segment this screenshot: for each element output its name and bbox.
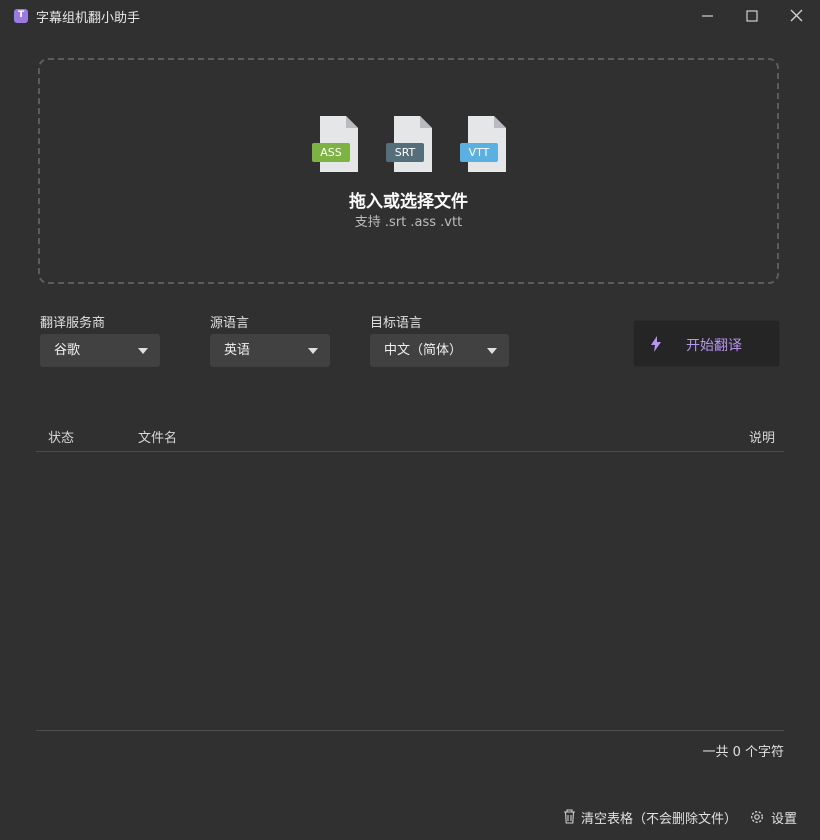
start-translate-label: 开始翻译 [686, 335, 742, 355]
trash-icon [563, 809, 576, 824]
clear-table-label: 清空表格（不会删除文件） [581, 808, 737, 827]
file-type-badge: VTT [460, 143, 498, 162]
gear-icon [749, 809, 765, 825]
ass-file-icon: ASS [312, 116, 360, 172]
srt-file-icon: SRT [386, 116, 434, 172]
file-drop-zone[interactable]: ASS SRT VTT 拖入或选择文件 支持 .srt .ass .vtt [38, 58, 779, 284]
vtt-file-icon: VTT [460, 116, 508, 172]
minimize-button[interactable] [685, 0, 731, 32]
lightning-icon [650, 336, 662, 352]
close-icon [790, 9, 804, 23]
maximize-icon [745, 9, 759, 23]
close-button[interactable] [774, 0, 820, 32]
title-bar: T 字幕组机翻小助手 [0, 0, 820, 32]
start-translate-button[interactable]: 开始翻译 [633, 320, 780, 367]
source-language-label: 源语言 [210, 312, 249, 331]
source-language-value: 英语 [224, 343, 250, 358]
caret-down-icon [308, 348, 318, 354]
caret-down-icon [487, 348, 497, 354]
column-header-note[interactable]: 说明 [749, 427, 775, 446]
settings-label: 设置 [771, 808, 797, 827]
provider-label: 翻译服务商 [40, 312, 105, 331]
column-header-status[interactable]: 状态 [48, 427, 74, 446]
character-count: 一共 0 个字符 [702, 741, 784, 760]
table-bottom-divider [36, 730, 784, 731]
drop-zone-subtitle: 支持 .srt .ass .vtt [40, 211, 777, 230]
target-language-select[interactable]: 中文（简体） [370, 334, 509, 367]
provider-value: 谷歌 [54, 343, 80, 358]
window-title: 字幕组机翻小助手 [36, 7, 140, 26]
app-logo-icon: T [14, 9, 28, 23]
caret-down-icon [138, 348, 148, 354]
file-type-badge: ASS [312, 143, 350, 162]
table-header-divider [36, 451, 784, 452]
minimize-icon [701, 9, 715, 23]
target-language-label: 目标语言 [370, 312, 422, 331]
file-table-body[interactable] [36, 453, 784, 730]
column-header-filename[interactable]: 文件名 [138, 427, 177, 446]
drop-zone-title: 拖入或选择文件 [40, 187, 777, 212]
file-type-badge: SRT [386, 143, 424, 162]
maximize-button[interactable] [729, 0, 775, 32]
provider-select[interactable]: 谷歌 [40, 334, 160, 367]
target-language-value: 中文（简体） [384, 343, 462, 358]
source-language-select[interactable]: 英语 [210, 334, 330, 367]
